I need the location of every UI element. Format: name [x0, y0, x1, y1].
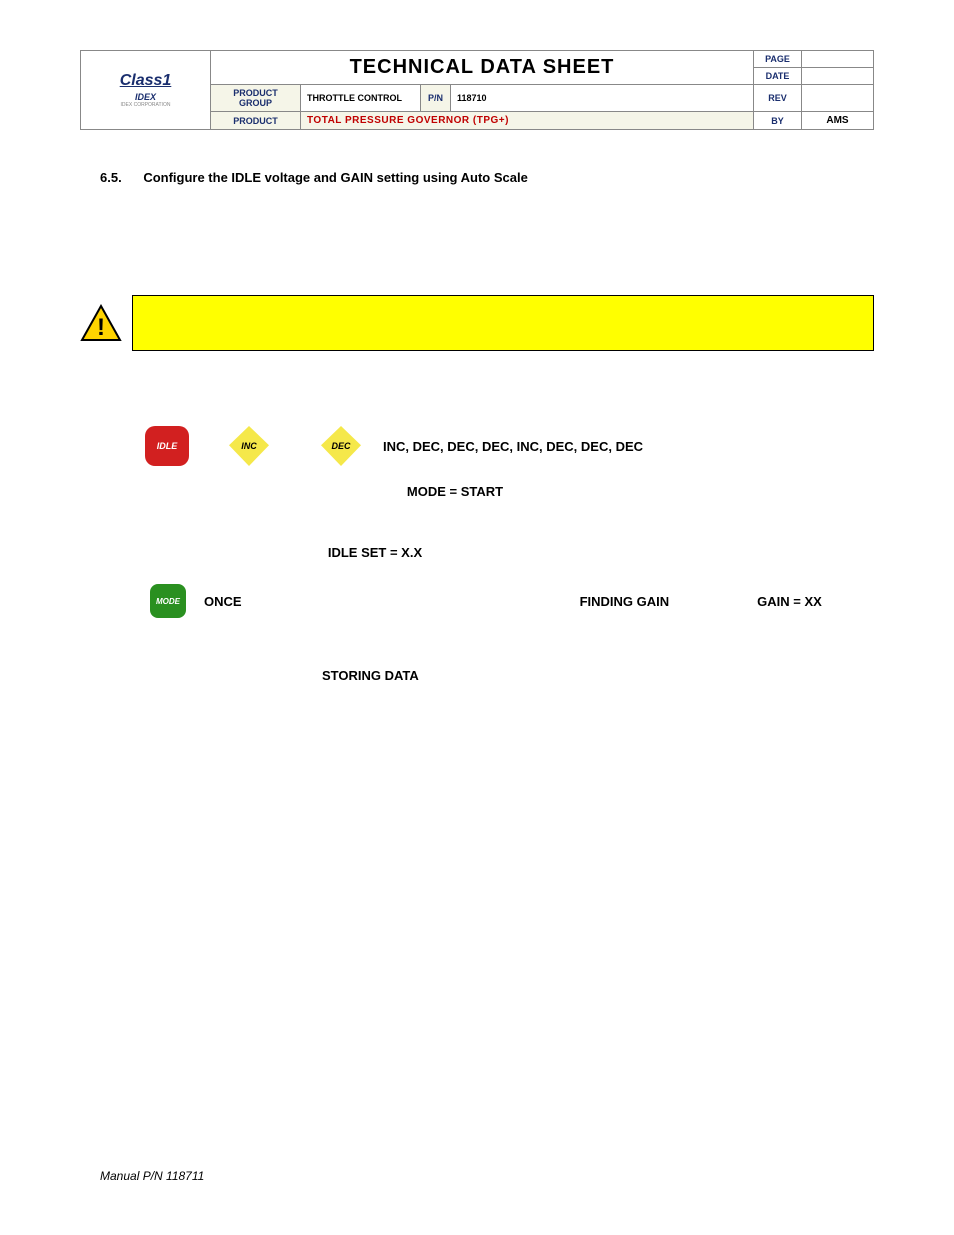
value-date: [802, 68, 874, 85]
value-rev: [802, 85, 874, 112]
label-date: DATE: [754, 68, 802, 85]
warning-row: !: [80, 295, 874, 351]
logo-sub: IDEX CORPORATION: [87, 102, 204, 108]
label-by: BY: [754, 112, 802, 130]
label-rev: REV: [754, 85, 802, 112]
once-label: ONCE: [204, 594, 242, 609]
header-table: Class1 IDEX IDEX CORPORATION TECHNICAL D…: [80, 50, 874, 130]
idle-button: IDLE: [145, 426, 189, 466]
logo-class1: Class1: [87, 72, 204, 90]
value-pn: 118710: [451, 85, 754, 112]
idle-set: IDLE SET = X.X: [225, 545, 525, 560]
warning-box: [132, 295, 874, 351]
finding-gain: FINDING GAIN: [580, 594, 670, 609]
sequence-text: INC, DEC, DEC, DEC, INC, DEC, DEC, DEC: [383, 439, 643, 454]
value-page: [802, 51, 874, 68]
doc-title: TECHNICAL DATA SHEET: [211, 51, 754, 85]
logo-cell: Class1 IDEX IDEX CORPORATION: [81, 51, 211, 130]
section-heading: 6.5. Configure the IDLE voltage and GAIN…: [80, 170, 874, 185]
buttons-row: IDLE INC DEC INC, DEC, DEC, DEC, INC, DE…: [80, 426, 874, 466]
value-by: AMS: [802, 112, 874, 130]
mode-start: MODE = START: [225, 484, 685, 499]
storing-data: STORING DATA: [322, 668, 874, 683]
dec-button: DEC: [321, 426, 361, 466]
label-page: PAGE: [754, 51, 802, 68]
section-number: 6.5.: [100, 170, 122, 185]
label-pn: P/N: [421, 85, 451, 112]
mode-button: MODE: [150, 584, 186, 618]
warning-icon: !: [80, 304, 122, 342]
inc-button: INC: [229, 426, 269, 466]
footer-manual: Manual P/N 118711: [100, 1169, 204, 1183]
label-product: PRODUCT: [211, 112, 301, 130]
svg-text:!: !: [97, 314, 105, 341]
label-product-group: PRODUCT GROUP: [211, 85, 301, 112]
section-title: Configure the IDLE voltage and GAIN sett…: [143, 170, 528, 185]
gain-value: GAIN = XX: [757, 594, 822, 609]
mode-row: MODE ONCE FINDING GAIN GAIN = XX: [80, 584, 874, 618]
logo-idex: IDEX: [87, 92, 204, 102]
value-throttle: THROTTLE CONTROL: [301, 85, 421, 112]
value-product: TOTAL PRESSURE GOVERNOR (TPG+): [301, 112, 754, 130]
